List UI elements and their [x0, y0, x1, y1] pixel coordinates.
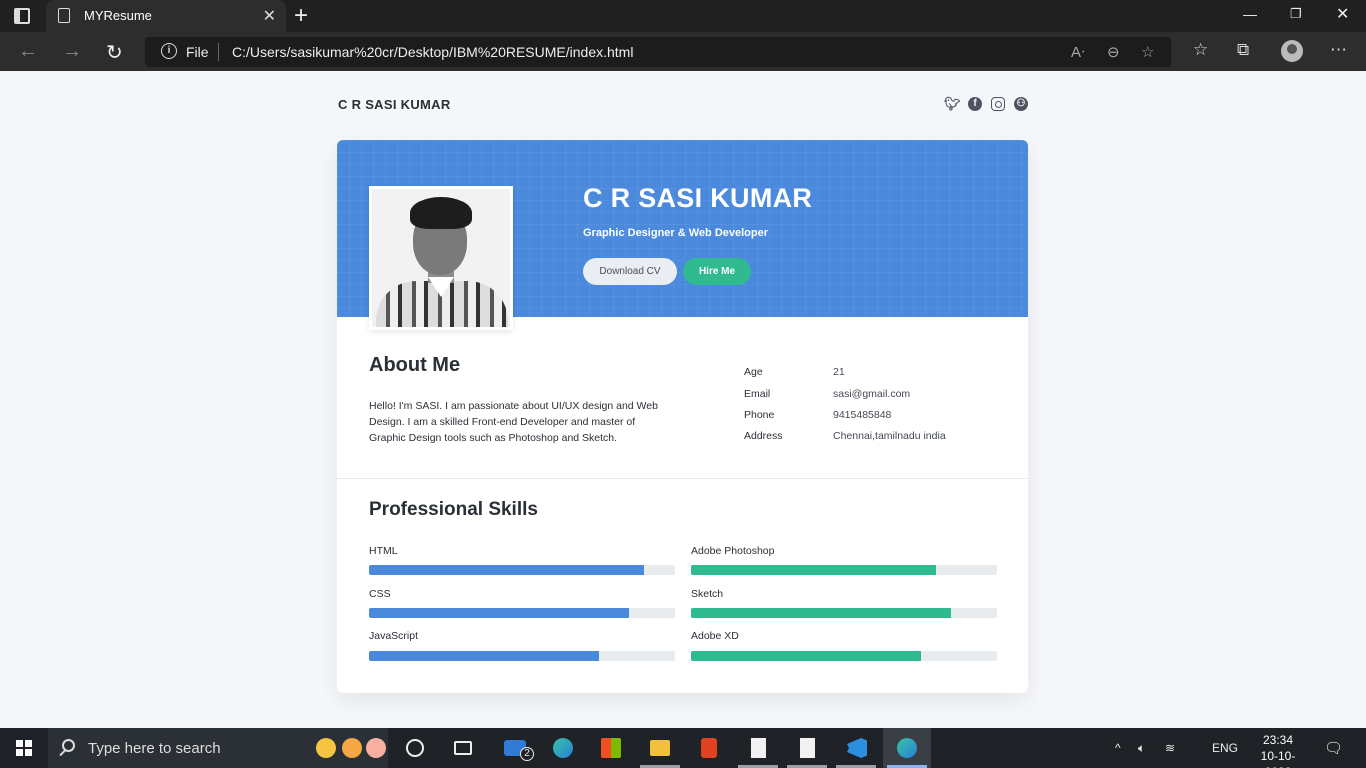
page-icon — [58, 8, 70, 23]
hire-me-button[interactable]: Hire Me — [683, 258, 751, 285]
skill-bar — [369, 608, 675, 618]
clock-time: 23:34 — [1262, 733, 1294, 747]
notification-icon[interactable]: 🗨︎ — [1324, 739, 1343, 757]
more-icon[interactable]: ⋯ — [1330, 40, 1347, 60]
skill-bar — [691, 565, 997, 575]
add-favorite-icon[interactable]: ☆ — [1141, 43, 1154, 61]
edge-icon[interactable] — [897, 738, 917, 758]
info-value[interactable]: sasi@gmail.com — [833, 388, 910, 400]
collections-icon[interactable]: ⧉ — [1237, 40, 1249, 60]
instagram-icon[interactable] — [991, 97, 1005, 111]
emoji-icon — [316, 738, 336, 758]
skill-label: JavaScript — [369, 630, 419, 642]
section-divider — [337, 478, 1028, 479]
skill-bar — [691, 608, 997, 618]
skill-bar — [369, 565, 675, 575]
minimize-icon[interactable]: — — [1243, 6, 1257, 22]
skill-bar-fill — [691, 608, 952, 618]
cortana-icon[interactable] — [406, 739, 424, 757]
profile-photo — [369, 186, 513, 330]
edge-icon[interactable] — [553, 738, 573, 758]
address-bar[interactable]: i File C:/Users/sasikumar%20cr/Desktop/I… — [145, 37, 1171, 67]
skill-bar-fill — [369, 565, 645, 575]
skill-label: Adobe Photoshop — [691, 545, 775, 557]
profile-icon[interactable] — [1281, 40, 1303, 62]
browser-tab[interactable]: MYResume ✕ — [46, 0, 286, 32]
skill-label: CSS — [369, 588, 391, 600]
language-indicator[interactable]: ENG — [1212, 741, 1238, 755]
facebook-icon[interactable]: f — [968, 97, 982, 111]
read-aloud-icon[interactable]: Aᐧ — [1071, 43, 1085, 61]
info-row-phone: Phone 9415485848 — [744, 409, 1004, 423]
site-name[interactable]: C R SASI KUMAR — [338, 97, 451, 112]
browser-toolbar: ← → ↻ i File C:/Users/sasikumar%20cr/Des… — [0, 32, 1366, 71]
taskbar-search[interactable]: Type here to search — [48, 728, 388, 768]
favorites-icon[interactable]: ☆ — [1193, 40, 1208, 60]
tray-overflow-icon[interactable]: ^ — [1115, 741, 1121, 755]
tab-title: MYResume — [84, 8, 152, 23]
info-value: Chennai,tamilnadu india — [833, 430, 946, 442]
resume-card: C R SASI KUMAR Graphic Designer & Web De… — [337, 140, 1028, 693]
file-explorer-icon[interactable] — [650, 740, 670, 756]
info-row-age: Age 21 — [744, 366, 1004, 380]
search-placeholder: Type here to search — [88, 740, 221, 757]
info-key: Address — [744, 430, 783, 442]
skill-label: HTML — [369, 545, 398, 557]
skill-label: Sketch — [691, 588, 724, 600]
document-icon[interactable] — [751, 738, 766, 758]
skills-title: Professional Skills — [369, 499, 538, 520]
emoji-icon — [366, 738, 386, 758]
wifi-icon[interactable]: ≋ — [1165, 741, 1175, 755]
url-scheme: File — [186, 44, 209, 60]
info-value: 9415485848 — [833, 409, 892, 421]
skill-bar-fill — [691, 651, 921, 661]
tab-close-icon[interactable]: ✕ — [263, 6, 276, 26]
back-icon[interactable]: ← — [18, 40, 38, 63]
vscode-icon[interactable] — [847, 738, 867, 758]
document-icon[interactable] — [800, 738, 815, 758]
zoom-icon[interactable]: ⊖ — [1107, 43, 1120, 61]
skill-label: Adobe XD — [691, 630, 739, 642]
search-icon — [62, 739, 75, 752]
taskbar: Type here to search 2 ^ 🔈︎ ≋ ENG 23:34 1… — [0, 728, 1366, 768]
about-title: About Me — [369, 354, 461, 376]
info-value: 21 — [833, 366, 845, 378]
skill-bar — [691, 651, 997, 661]
skill-bar-fill — [369, 651, 599, 661]
hero-name: C R SASI KUMAR — [583, 183, 813, 213]
clock-date: 10-10-2022 — [1260, 749, 1296, 768]
close-icon[interactable]: ✕ — [1336, 4, 1349, 24]
mail-badge: 2 — [520, 747, 534, 761]
info-row-address: Address Chennai,tamilnadu india — [744, 430, 1004, 444]
info-key: Age — [744, 366, 763, 378]
info-key: Phone — [744, 409, 775, 421]
info-row-email: Email sasi@gmail.com — [744, 388, 1004, 402]
forward-icon[interactable]: → — [62, 40, 82, 63]
store-icon[interactable] — [601, 738, 621, 758]
download-cv-button[interactable]: Download CV — [583, 258, 677, 285]
volume-icon[interactable]: 🔈︎ — [1138, 741, 1145, 756]
refresh-icon[interactable]: ↻ — [106, 40, 123, 65]
hero-role: Graphic Designer & Web Developer — [583, 227, 769, 239]
emoji-icon — [342, 738, 362, 758]
windows-start-icon[interactable] — [16, 740, 32, 756]
maximize-icon[interactable]: ❐ — [1290, 6, 1302, 22]
browser-titlebar: MYResume ✕ + — ❐ ✕ — [0, 0, 1366, 32]
task-view-icon[interactable] — [454, 741, 472, 755]
info-key: Email — [744, 388, 771, 400]
url-separator — [218, 43, 219, 61]
about-text: Hello! I'm SASI. I am passionate about U… — [369, 400, 658, 444]
skill-bar-fill — [369, 608, 630, 618]
tab-actions-icon[interactable] — [14, 8, 30, 24]
skill-bar — [369, 651, 675, 661]
twitter-icon[interactable]: 🐦︎ — [944, 97, 961, 111]
clock[interactable]: 23:34 10-10-2022 — [1248, 732, 1308, 768]
github-icon[interactable]: ⚇ — [1014, 97, 1028, 111]
skill-bar-fill — [691, 565, 936, 575]
url-text[interactable]: C:/Users/sasikumar%20cr/Desktop/IBM%20RE… — [232, 44, 633, 60]
office-icon[interactable] — [701, 738, 717, 758]
new-tab-button[interactable]: + — [294, 2, 308, 30]
info-icon[interactable]: i — [161, 43, 177, 59]
